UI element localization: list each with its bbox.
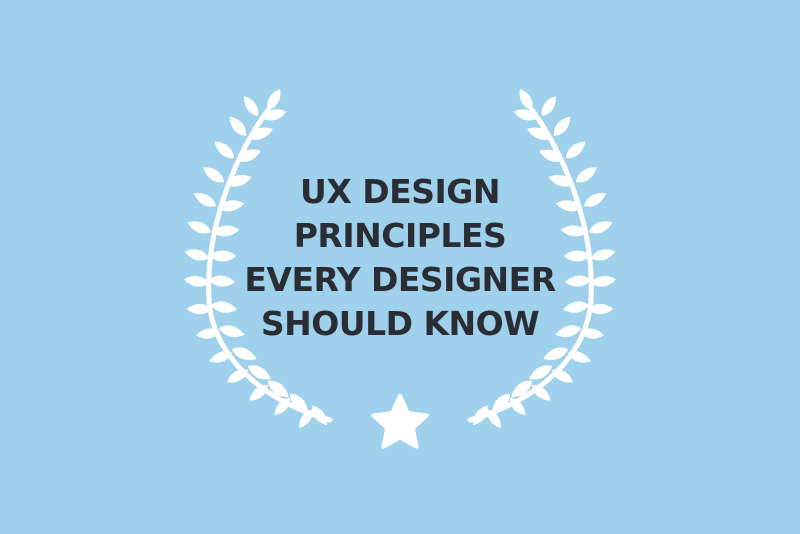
star-icon — [371, 394, 429, 449]
headline: UX DESIGN PRINCIPLES EVERY DESIGNER SHOU… — [200, 170, 600, 346]
headline-line-3: EVERY DESIGNER — [244, 260, 556, 299]
headline-line-2: PRINCIPLES — [293, 216, 507, 255]
headline-line-4: SHOULD KNOW — [260, 304, 540, 343]
banner: UX DESIGN PRINCIPLES EVERY DESIGNER SHOU… — [0, 0, 800, 534]
headline-line-1: UX DESIGN — [300, 172, 500, 211]
